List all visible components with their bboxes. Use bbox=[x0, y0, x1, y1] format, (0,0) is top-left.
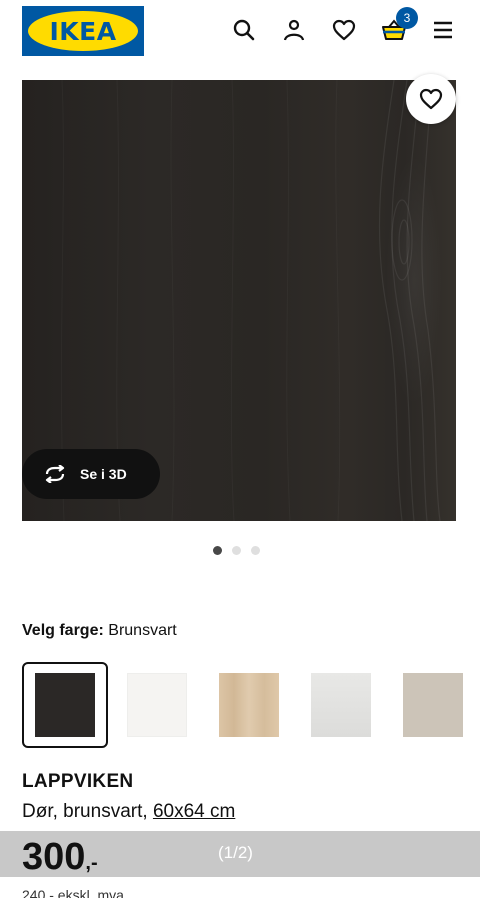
image-page-indicator: (1/2) bbox=[218, 843, 253, 862]
user-icon[interactable] bbox=[278, 14, 310, 46]
swatch-color bbox=[219, 673, 279, 737]
logo-oval: IKEA bbox=[28, 11, 138, 51]
carousel-dots bbox=[213, 546, 260, 555]
carousel-dot[interactable] bbox=[251, 546, 260, 555]
menu-icon[interactable] bbox=[427, 14, 459, 46]
color-select-label: Velg farge: Brunsvart bbox=[22, 622, 177, 640]
header: IKEA 3 bbox=[0, 0, 480, 62]
carousel-dot[interactable] bbox=[232, 546, 241, 555]
swatch-color bbox=[403, 673, 463, 737]
product-size-link[interactable]: 60x64 cm bbox=[153, 801, 235, 822]
swatch-oak[interactable] bbox=[206, 662, 292, 748]
swatch-white[interactable] bbox=[114, 662, 200, 748]
cart-count-badge: 3 bbox=[396, 7, 418, 29]
heart-icon bbox=[419, 88, 443, 110]
search-icon[interactable] bbox=[228, 14, 260, 46]
view-3d-label: Se i 3D bbox=[80, 466, 127, 482]
rotate-icon bbox=[45, 465, 65, 483]
swatch-color bbox=[311, 673, 371, 737]
color-value: Brunsvart bbox=[108, 622, 177, 639]
product-description-text: Dør, brunsvart, bbox=[22, 801, 148, 822]
price-amount: 300 bbox=[22, 836, 86, 878]
price: 300,- bbox=[22, 835, 98, 885]
color-label-prefix: Velg farge: bbox=[22, 622, 104, 639]
save-to-favourites-button[interactable] bbox=[406, 74, 456, 124]
swatch-color bbox=[127, 673, 187, 737]
ikea-logo[interactable]: IKEA bbox=[22, 6, 144, 56]
product-description: Dør, brunsvart, 60x64 cm bbox=[22, 801, 235, 823]
logo-text: IKEA bbox=[49, 16, 117, 46]
swatch-beige[interactable] bbox=[390, 662, 476, 748]
price-excl-vat: 240,- ekskl. mva bbox=[22, 887, 124, 898]
swatch-brunsvart[interactable] bbox=[22, 662, 108, 748]
heart-icon[interactable] bbox=[328, 14, 360, 46]
carousel-dot[interactable] bbox=[213, 546, 222, 555]
swatch-color bbox=[35, 673, 95, 737]
view-3d-button[interactable]: Se i 3D bbox=[22, 449, 160, 499]
product-name: LAPPVIKEN bbox=[22, 771, 134, 792]
swatch-light-grey[interactable] bbox=[298, 662, 384, 748]
price-suffix: ,- bbox=[85, 852, 98, 874]
